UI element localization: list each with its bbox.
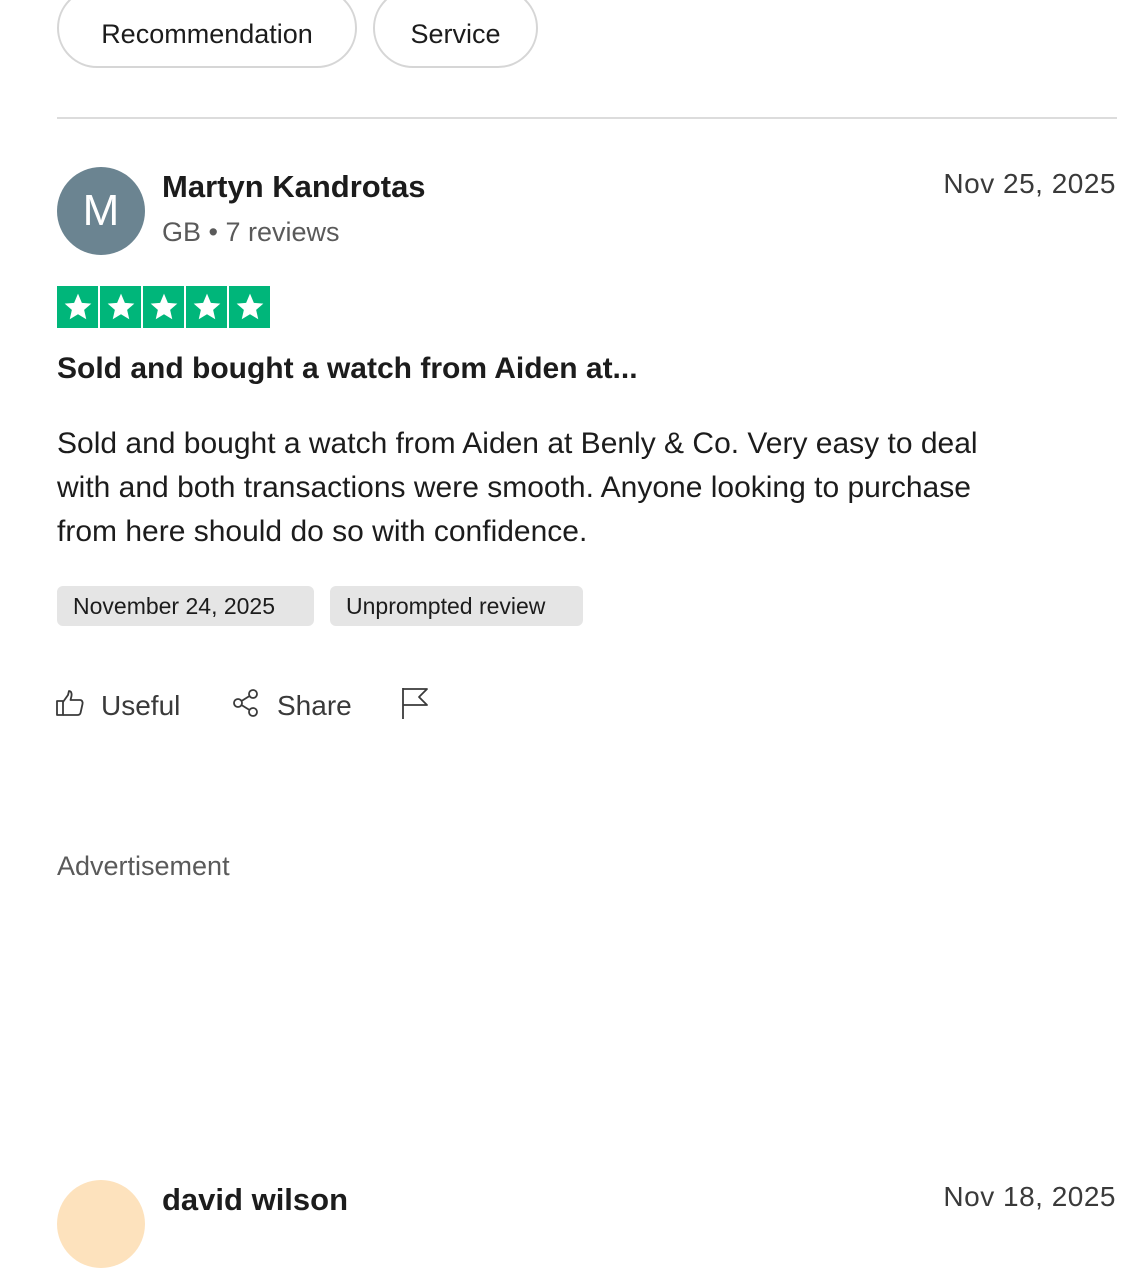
star-icon <box>229 286 270 328</box>
star-icon <box>57 286 98 328</box>
experience-date-tag: November 24, 2025 <box>57 586 314 626</box>
useful-label: Useful <box>101 690 181 721</box>
star-rating <box>57 286 270 328</box>
review-title: Sold and bought a watch from Aiden at... <box>57 352 638 385</box>
avatar[interactable] <box>57 1180 145 1268</box>
report-button[interactable] <box>398 686 430 726</box>
flag-icon <box>398 685 430 728</box>
meta-separator: • <box>208 217 218 247</box>
star-icon <box>100 286 141 328</box>
reviewer-meta: GB • 7 reviews <box>162 217 340 248</box>
reviewer-country: GB <box>162 217 202 247</box>
avatar[interactable]: M <box>57 167 145 255</box>
reviewer-name[interactable]: david wilson <box>162 1182 348 1218</box>
avatar-initial: M <box>82 186 120 235</box>
filter-chip-service[interactable]: Service <box>373 0 538 68</box>
share-button[interactable]: Share <box>231 686 352 726</box>
review-body: Sold and bought a watch from Aiden at Be… <box>57 427 978 548</box>
review-type-tag: Unprompted review <box>330 586 583 626</box>
share-icon <box>231 688 261 725</box>
useful-button[interactable]: Useful <box>55 686 180 726</box>
review-date: Nov 18, 2025 <box>943 1181 1116 1212</box>
thumbs-up-icon <box>55 689 85 724</box>
star-icon <box>143 286 184 328</box>
reviewer-name[interactable]: Martyn Kandrotas <box>162 169 426 205</box>
section-divider <box>57 117 1117 119</box>
review-date: Nov 25, 2025 <box>943 168 1116 199</box>
star-icon <box>186 286 227 328</box>
filter-chip-recommendation[interactable]: Recommendation <box>57 0 357 68</box>
advertisement-label: Advertisement <box>57 851 230 881</box>
share-label: Share <box>277 690 352 721</box>
reviewer-review-count: 7 reviews <box>225 217 340 247</box>
